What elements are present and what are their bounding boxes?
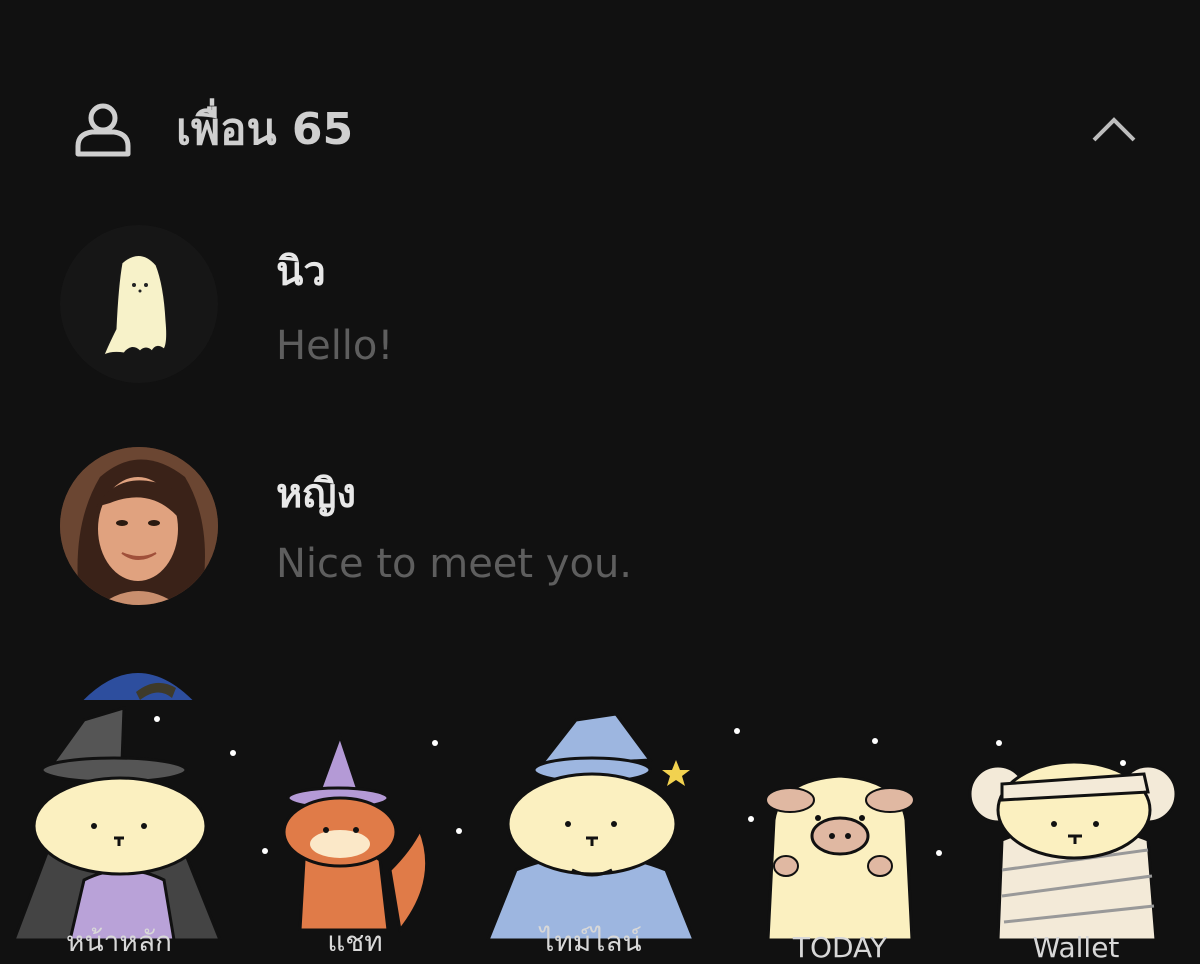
profile-photo xyxy=(60,447,218,605)
friend-row[interactable]: นิว Hello! xyxy=(0,225,1200,395)
friend-status: Hello! xyxy=(276,323,394,369)
tab-home[interactable]: หน้าหลัก xyxy=(11,700,224,958)
mummy-dog-icon xyxy=(968,760,1178,942)
ghost-pig-icon xyxy=(765,774,915,942)
tab-label: TODAY xyxy=(792,931,888,964)
tab-label: Wallet xyxy=(1032,931,1120,964)
avatar xyxy=(60,225,218,383)
bottom-tab-bar: หน้าหลัก แชท ไทม์ไลน์ TODAY Wallet xyxy=(0,700,1200,964)
friend-status: Nice to meet you. xyxy=(276,541,633,587)
ghost-icon xyxy=(60,225,218,383)
tab-label: แชท xyxy=(327,925,383,958)
friends-section-title: เพื่อน 65 xyxy=(176,104,354,155)
friend-name: นิว xyxy=(276,249,326,295)
tab-today[interactable]: TODAY xyxy=(760,700,920,964)
tab-wallet[interactable]: Wallet xyxy=(968,700,1184,964)
tab-chat[interactable]: แชท xyxy=(270,700,440,958)
friend-name: หญิง xyxy=(276,471,356,517)
person-icon xyxy=(75,103,131,157)
witch-dog-icon xyxy=(11,705,223,942)
tab-label: หน้าหลัก xyxy=(66,925,172,958)
chevron-up-icon[interactable] xyxy=(1090,112,1138,146)
avatar xyxy=(60,447,218,605)
wizard-dog-icon xyxy=(485,712,697,942)
tab-timeline[interactable]: ไทม์ไลน์ xyxy=(485,700,697,958)
cat-witch-icon xyxy=(282,731,429,934)
tab-label: ไทม์ไลน์ xyxy=(540,925,642,958)
friend-row[interactable]: หญิง Nice to meet you. xyxy=(0,447,1200,617)
